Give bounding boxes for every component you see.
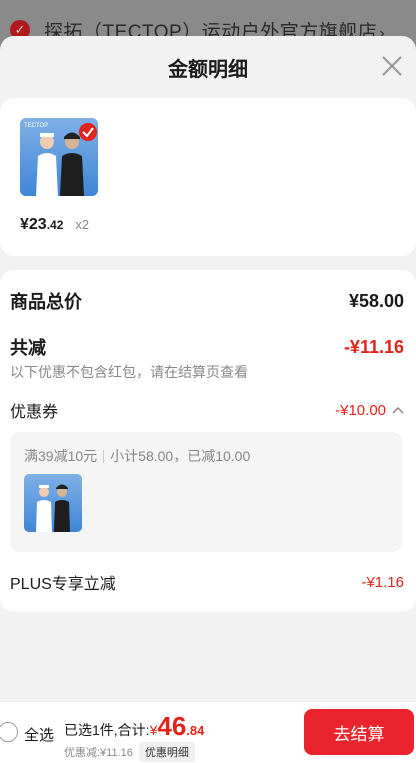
- plus-row: PLUS专享立减 -¥1.16: [10, 570, 404, 594]
- product-price-line: ¥23.42 x2: [20, 216, 89, 234]
- coupon-label: 优惠券: [10, 404, 59, 421]
- coupon-rule: 满39减10元: [24, 448, 98, 464]
- product-image: TECTOP: [20, 118, 98, 196]
- coupon-product-image: [24, 474, 82, 532]
- product-card: TECTOP ¥23.42 x2: [0, 98, 416, 256]
- divider: [103, 449, 105, 463]
- price-summary-card: 商品总价 ¥58.00 共减 -¥11.16 以下优惠不包含红包，请在结算页查看…: [0, 270, 416, 612]
- reduce-label: 共减: [10, 338, 46, 358]
- product-thumbnail[interactable]: TECTOP: [20, 118, 98, 196]
- selected-total: 已选1件,合计: ¥46.84: [64, 711, 205, 741]
- checkout-button[interactable]: 去结算: [304, 709, 414, 755]
- total-label: 商品总价: [10, 292, 82, 312]
- checkout-bar: 全选 已选1件,合计: ¥46.84 优惠减:¥11.16 优惠明细 去结算: [0, 701, 416, 763]
- coupon-value: -¥10.00: [335, 401, 386, 419]
- total-amount-decimal: .84: [186, 723, 205, 738]
- discount-text: 优惠减:¥11.16: [64, 747, 133, 759]
- product-price: ¥23: [20, 216, 47, 233]
- total-value: ¥58.00: [348, 290, 404, 311]
- coupon-description: 满39减10元 小计58.00，已减10.00: [24, 446, 250, 466]
- coupon-value-wrap: -¥10.00: [335, 402, 404, 419]
- amount-detail-sheet: 金额明细 TECTOP ¥23 .42 x2 商品总价 ¥58.00 共减 -¥…: [0, 36, 416, 763]
- chevron-up-icon: [392, 406, 404, 414]
- close-icon: [382, 56, 402, 76]
- select-all-label[interactable]: 全选: [24, 724, 54, 745]
- product-price-decimal: .42: [46, 218, 64, 232]
- reduce-row: 共减 -¥11.16: [10, 334, 404, 360]
- close-button[interactable]: [378, 52, 406, 80]
- plus-label: PLUS专享立减: [10, 576, 116, 593]
- coupon-detail-box: 满39减10元 小计58.00，已减10.00: [10, 432, 402, 552]
- product-quantity: x2: [75, 217, 90, 232]
- sheet-title: 金额明细: [168, 58, 248, 81]
- sheet-header: 金额明细: [0, 36, 416, 98]
- discount-note: 以下优惠不包含红包，请在结算页查看: [10, 364, 248, 380]
- total-row: 商品总价 ¥58.00: [10, 288, 404, 314]
- selected-prefix: 已选1件,合计:: [64, 722, 150, 738]
- coupon-product-thumbnail: [24, 474, 82, 532]
- product-brand-mark: TECTOP: [24, 123, 48, 129]
- total-amount: 46: [157, 711, 187, 741]
- reduce-value: -¥11.16: [343, 336, 404, 357]
- coupon-subtotal: 小计58.00，已减10.00: [110, 448, 251, 464]
- select-all-radio[interactable]: [0, 722, 18, 742]
- discount-detail-button[interactable]: 优惠明细: [138, 742, 195, 762]
- coupon-row[interactable]: 优惠券 -¥10.00: [10, 398, 404, 422]
- discount-line: 优惠减:¥11.16 优惠明细: [64, 742, 195, 762]
- plus-value: -¥1.16: [361, 573, 404, 591]
- yen-symbol: ¥: [149, 722, 158, 738]
